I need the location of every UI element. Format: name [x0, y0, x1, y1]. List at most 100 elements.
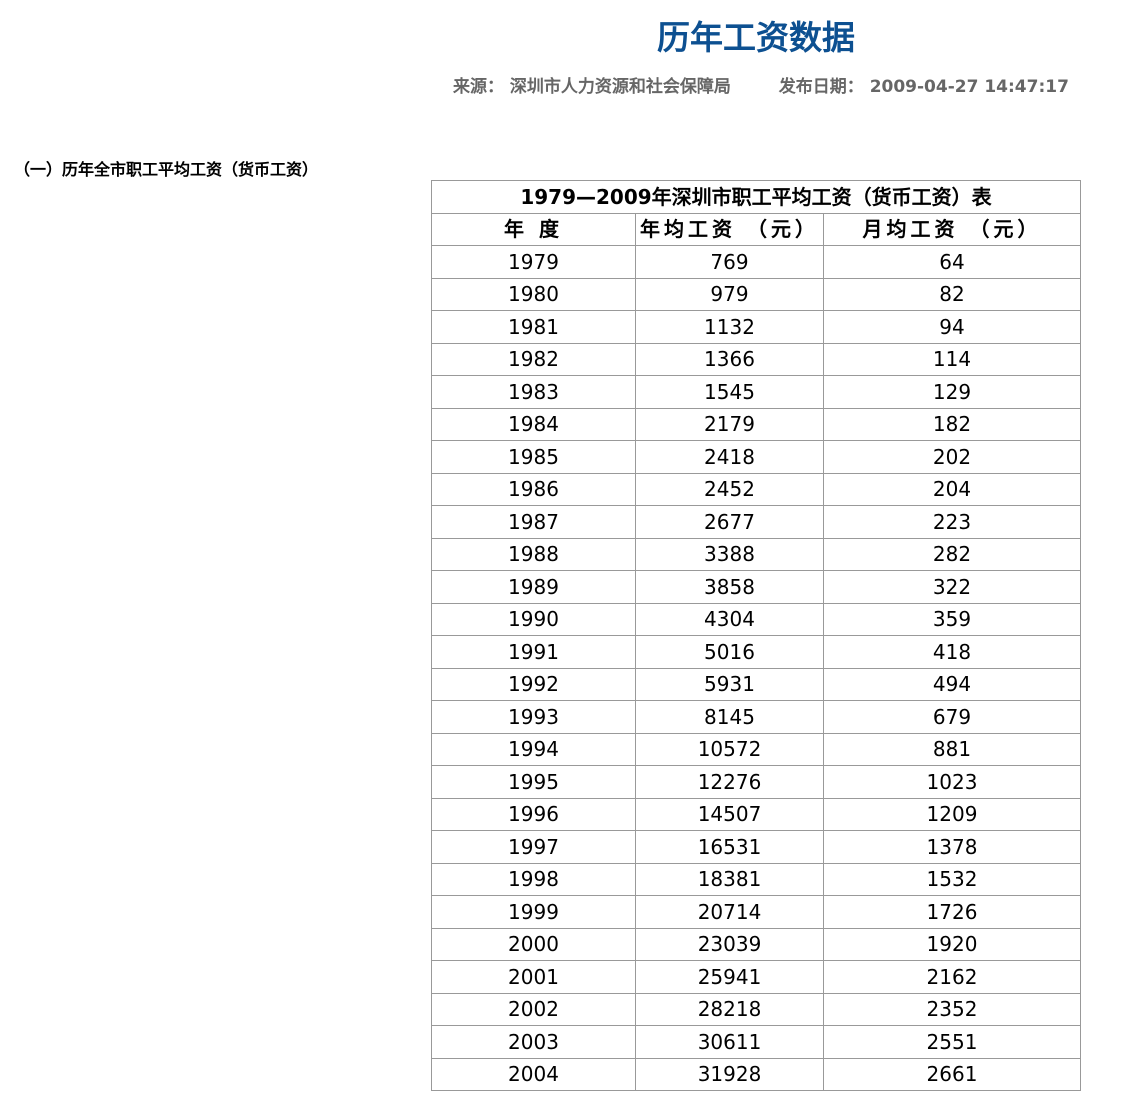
table-row: 2003 30611 2551: [431, 1025, 1082, 1059]
table-row: 1982 1366 114: [431, 342, 1082, 376]
cell-year: 2000: [431, 927, 636, 961]
cell-annual-wage: 5016: [635, 635, 824, 669]
table-row: 2004 31928 2661: [431, 1057, 1082, 1091]
cell-year: 2004: [431, 1057, 636, 1091]
cell-year: 1989: [431, 570, 636, 604]
table-row: 1992 5931 494: [431, 667, 1082, 701]
table-row: 1985 2418 202: [431, 440, 1082, 474]
cell-year: 1984: [431, 407, 636, 441]
cell-monthly-wage: 1920: [822, 927, 1082, 961]
cell-annual-wage: 2677: [635, 505, 824, 539]
cell-monthly-wage: 494: [822, 667, 1082, 701]
cell-year: 1986: [431, 472, 636, 506]
table-row: 1986 2452 204: [431, 472, 1082, 506]
table-row: 1993 8145 679: [431, 700, 1082, 734]
date-value: 2009-04-27 14:47:17: [869, 77, 1069, 97]
cell-year: 1999: [431, 895, 636, 929]
cell-annual-wage: 20714: [635, 895, 824, 929]
cell-annual-wage: 18381: [635, 862, 824, 896]
cell-year: 1993: [431, 700, 636, 734]
cell-year: 1997: [431, 830, 636, 864]
cell-monthly-wage: 881: [822, 732, 1082, 766]
table-row: 2001 25941 2162: [431, 960, 1082, 994]
table-caption: 1979—2009年深圳市职工平均工资（货币工资）表: [430, 180, 1082, 214]
table-row: 1998 18381 1532: [431, 862, 1082, 896]
cell-year: 1992: [431, 667, 636, 701]
cell-monthly-wage: 202: [822, 440, 1082, 474]
cell-monthly-wage: 2551: [822, 1025, 1082, 1059]
cell-annual-wage: 30611: [635, 1025, 824, 1059]
cell-annual-wage: 3388: [635, 537, 824, 571]
table-row: 1983 1545 129: [431, 375, 1082, 409]
cell-annual-wage: 769: [635, 245, 824, 279]
cell-monthly-wage: 223: [822, 505, 1082, 539]
cell-year: 1998: [431, 862, 636, 896]
cell-year: 2001: [431, 960, 636, 994]
cell-annual-wage: 14507: [635, 797, 824, 831]
cell-monthly-wage: 1023: [822, 765, 1082, 799]
table-header-row: 年 度 年均工资 （元） 月均工资 （元）: [431, 212, 1082, 246]
wage-table: 1979—2009年深圳市职工平均工资（货币工资）表 年 度 年均工资 （元） …: [430, 180, 1082, 1091]
cell-annual-wage: 2179: [635, 407, 824, 441]
cell-monthly-wage: 114: [822, 342, 1082, 376]
cell-monthly-wage: 418: [822, 635, 1082, 669]
header-year: 年 度: [431, 212, 636, 246]
cell-monthly-wage: 322: [822, 570, 1082, 604]
cell-annual-wage: 1132: [635, 310, 824, 344]
cell-monthly-wage: 679: [822, 700, 1082, 734]
cell-year: 1981: [431, 310, 636, 344]
cell-monthly-wage: 2661: [822, 1057, 1082, 1091]
cell-year: 1996: [431, 797, 636, 831]
cell-monthly-wage: 1532: [822, 862, 1082, 896]
cell-monthly-wage: 1726: [822, 895, 1082, 929]
cell-year: 1979: [431, 245, 636, 279]
cell-annual-wage: 5931: [635, 667, 824, 701]
cell-monthly-wage: 82: [822, 277, 1082, 311]
cell-year: 1987: [431, 505, 636, 539]
cell-year: 1988: [431, 537, 636, 571]
cell-annual-wage: 979: [635, 277, 824, 311]
table-caption-row: 1979—2009年深圳市职工平均工资（货币工资）表: [430, 180, 1082, 214]
source-value: 深圳市人力资源和社会保障局: [509, 77, 731, 97]
article-meta: 来源： 深圳市人力资源和社会保障局 发布日期： 2009-04-27 14:47…: [453, 76, 1069, 98]
table-row: 1981 1132 94: [431, 310, 1082, 344]
cell-monthly-wage: 129: [822, 375, 1082, 409]
cell-monthly-wage: 282: [822, 537, 1082, 571]
header-monthly-wage: 月均工资 （元）: [822, 212, 1082, 246]
cell-monthly-wage: 2352: [822, 992, 1082, 1026]
cell-annual-wage: 23039: [635, 927, 824, 961]
cell-year: 1990: [431, 602, 636, 636]
cell-annual-wage: 8145: [635, 700, 824, 734]
cell-year: 1985: [431, 440, 636, 474]
cell-monthly-wage: 94: [822, 310, 1082, 344]
cell-monthly-wage: 64: [822, 245, 1082, 279]
table-row: 2002 28218 2352: [431, 992, 1082, 1026]
page-title: 历年工资数据: [657, 18, 855, 57]
table-row: 1989 3858 322: [431, 570, 1082, 604]
date-label: 发布日期：: [778, 77, 864, 97]
cell-year: 2002: [431, 992, 636, 1026]
cell-annual-wage: 2452: [635, 472, 824, 506]
cell-year: 1980: [431, 277, 636, 311]
cell-annual-wage: 16531: [635, 830, 824, 864]
cell-annual-wage: 25941: [635, 960, 824, 994]
cell-year: 2003: [431, 1025, 636, 1059]
table-row: 1999 20714 1726: [431, 895, 1082, 929]
table-row: 1979 769 64: [431, 245, 1082, 279]
cell-annual-wage: 1545: [635, 375, 824, 409]
cell-monthly-wage: 204: [822, 472, 1082, 506]
table-row: 1980 979 82: [431, 277, 1082, 311]
table-row: 1990 4304 359: [431, 602, 1082, 636]
cell-annual-wage: 1366: [635, 342, 824, 376]
cell-annual-wage: 4304: [635, 602, 824, 636]
cell-monthly-wage: 1209: [822, 797, 1082, 831]
cell-year: 1994: [431, 732, 636, 766]
cell-annual-wage: 2418: [635, 440, 824, 474]
table-row: 1995 12276 1023: [431, 765, 1082, 799]
cell-year: 1991: [431, 635, 636, 669]
cell-annual-wage: 10572: [635, 732, 824, 766]
cell-annual-wage: 31928: [635, 1057, 824, 1091]
source-label: 来源：: [453, 77, 504, 97]
cell-year: 1982: [431, 342, 636, 376]
cell-monthly-wage: 2162: [822, 960, 1082, 994]
